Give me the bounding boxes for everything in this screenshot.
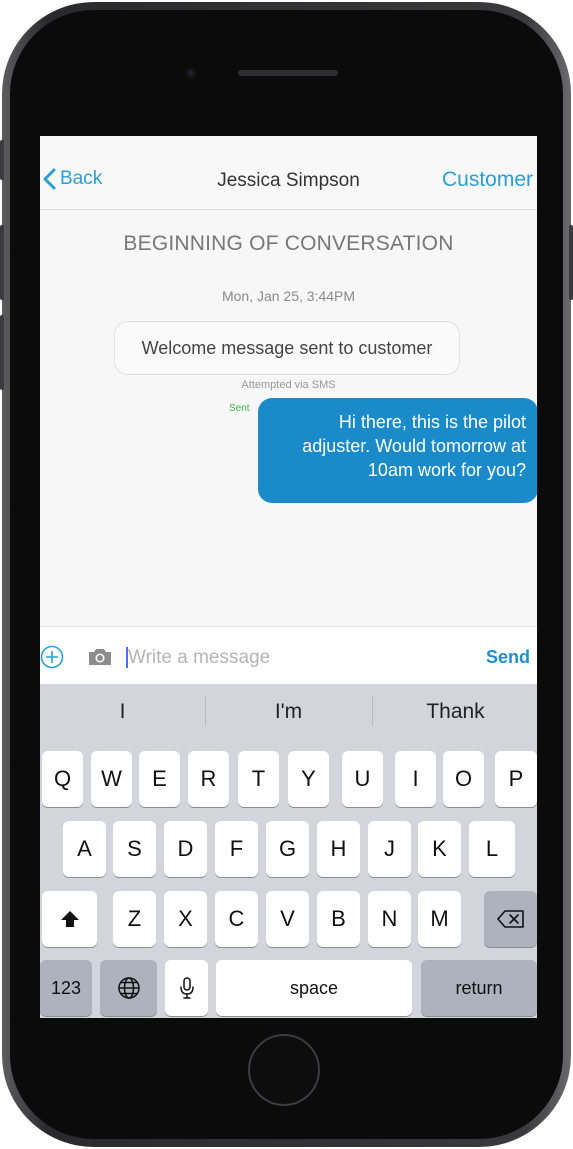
key-y[interactable]: Y — [288, 751, 329, 807]
globe-icon — [117, 977, 140, 999]
volume-down-button — [0, 315, 4, 390]
navigation-bar: Back Jessica Simpson Customer — [40, 136, 537, 210]
key-e[interactable]: E — [139, 751, 180, 807]
key-t[interactable]: T — [238, 751, 279, 807]
send-button[interactable]: Send — [486, 647, 530, 668]
camera-button[interactable] — [87, 647, 113, 672]
key-a[interactable]: A — [63, 821, 106, 877]
conversation-start-header: BEGINNING OF CONVERSATION — [123, 232, 454, 255]
globe-key[interactable] — [100, 960, 157, 1016]
key-r[interactable]: R — [188, 751, 229, 807]
key-g[interactable]: G — [266, 821, 309, 877]
key-h[interactable]: H — [317, 821, 360, 877]
key-s[interactable]: S — [113, 821, 156, 877]
prediction-3[interactable]: Thank — [373, 700, 537, 724]
message-composer: Write a message Send — [40, 626, 537, 685]
key-z[interactable]: Z — [113, 891, 156, 947]
mute-switch — [0, 140, 4, 180]
key-j[interactable]: J — [368, 821, 411, 877]
shift-key[interactable] — [42, 891, 97, 947]
key-c[interactable]: C — [215, 891, 258, 947]
message-input[interactable]: Write a message — [128, 647, 270, 669]
key-k[interactable]: K — [418, 821, 461, 877]
key-q[interactable]: Q — [42, 751, 83, 807]
home-button[interactable] — [248, 1034, 320, 1106]
sent-status-label: Sent — [229, 403, 250, 414]
delete-key[interactable] — [484, 891, 537, 947]
system-message-bubble: Welcome message sent to customer — [114, 321, 460, 375]
outgoing-message-bubble[interactable]: Hi there, this is the pilot adjuster. Wo… — [258, 398, 537, 503]
customer-button[interactable]: Customer — [442, 168, 533, 192]
phone-frame: Back Jessica Simpson Customer BEGINNING … — [0, 0, 573, 1149]
onscreen-keyboard: I I'm Thank Q W E R T Y U I O P A S D F … — [40, 684, 537, 1018]
key-x[interactable]: X — [164, 891, 207, 947]
microphone-icon — [179, 977, 194, 999]
app-screen: Back Jessica Simpson Customer BEGINNING … — [40, 136, 537, 1018]
key-o[interactable]: O — [443, 751, 484, 807]
power-button — [569, 225, 573, 300]
predictive-text-bar: I I'm Thank — [40, 684, 537, 738]
front-camera — [185, 67, 197, 79]
key-l[interactable]: L — [469, 821, 515, 877]
backspace-icon — [496, 910, 524, 928]
key-m[interactable]: M — [418, 891, 461, 947]
key-p[interactable]: P — [495, 751, 537, 807]
return-key[interactable]: return — [421, 960, 537, 1016]
plus-circle-icon — [40, 645, 64, 669]
key-u[interactable]: U — [342, 751, 383, 807]
numbers-key[interactable]: 123 — [40, 960, 92, 1016]
camera-icon — [89, 649, 111, 665]
key-i[interactable]: I — [395, 751, 436, 807]
delivery-method-note: Attempted via SMS — [241, 379, 336, 391]
key-n[interactable]: N — [368, 891, 411, 947]
volume-up-button — [0, 225, 4, 300]
add-attachment-button[interactable] — [40, 645, 64, 674]
key-w[interactable]: W — [91, 751, 132, 807]
key-v[interactable]: V — [266, 891, 309, 947]
prediction-1[interactable]: I — [40, 700, 205, 724]
key-b[interactable]: B — [317, 891, 360, 947]
key-f[interactable]: F — [215, 821, 258, 877]
key-d[interactable]: D — [164, 821, 207, 877]
prediction-2[interactable]: I'm — [206, 700, 371, 724]
earpiece-speaker — [238, 70, 338, 76]
dictation-key[interactable] — [165, 960, 208, 1016]
shift-arrow-icon — [60, 911, 79, 927]
space-key[interactable]: space — [216, 960, 412, 1016]
message-timestamp: Mon, Jan 25, 3:44PM — [221, 288, 356, 304]
